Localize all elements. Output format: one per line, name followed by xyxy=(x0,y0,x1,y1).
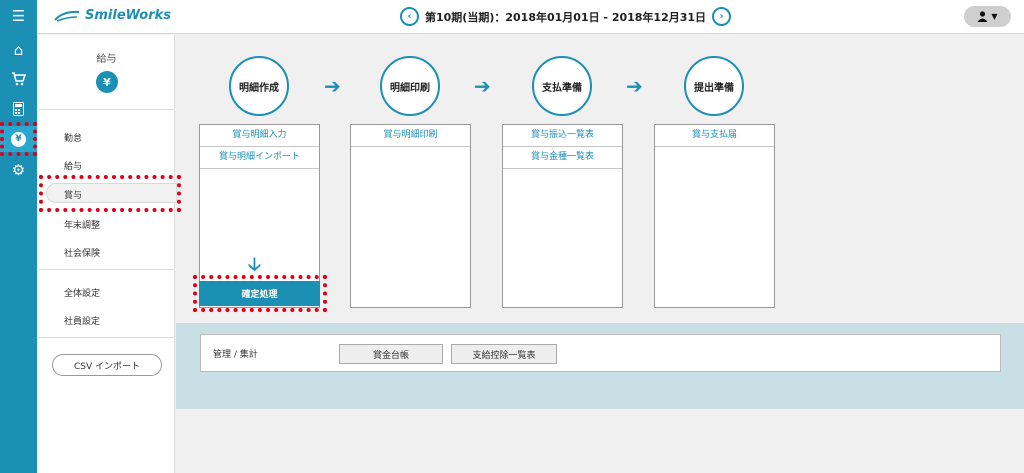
management-band: 管理 / 集計 賞金台帳 支給控除一覧表 xyxy=(176,323,1024,409)
step-submission-prep: 提出準備 xyxy=(684,56,744,116)
caret-down-icon: ▼ xyxy=(991,12,998,21)
link-bonus-statement-import[interactable]: 賞与明細インポート xyxy=(200,147,319,169)
home-icon[interactable]: ⌂ xyxy=(0,37,37,63)
calculator-icon[interactable] xyxy=(0,96,37,122)
deduction-list-button[interactable]: 支給控除一覧表 xyxy=(451,344,557,364)
highlight-sidebar-bonus xyxy=(39,175,181,212)
chevron-left-icon[interactable]: ‹ xyxy=(400,7,419,26)
sidebar-item-social-insurance[interactable]: 社会保険 xyxy=(64,246,100,259)
secondary-sidebar: 給与 ¥ 勤怠 給与 賞与 年末調整 社会保険 全体設定 社員設定 CSV イン… xyxy=(38,35,177,473)
sidebar-item-salary[interactable]: 給与 xyxy=(64,159,82,172)
gear-icon[interactable]: ⚙ xyxy=(0,157,37,183)
logo-swoosh-icon xyxy=(54,10,80,22)
divider xyxy=(38,337,175,338)
step-box-payment: 賞与振込一覧表 賞与金種一覧表 xyxy=(502,124,623,308)
highlight-rail-payroll xyxy=(0,122,37,156)
logo-text: SmileWorks xyxy=(85,8,171,23)
step-statement-print: 明細印刷 xyxy=(380,56,440,116)
chevron-right-icon[interactable]: › xyxy=(712,7,732,26)
step-box-print: 賞与明細印刷 xyxy=(350,124,471,308)
link-bonus-statement-print[interactable]: 賞与明細印刷 xyxy=(351,125,470,147)
link-bonus-transfer-list[interactable]: 賞与振込一覧表 xyxy=(503,125,622,147)
header: SmileWorks ‹ 第10期(当期)：2018年01月01日 - 2018… xyxy=(37,0,1024,34)
divider xyxy=(38,269,175,270)
yen-bag-icon: ¥ xyxy=(96,71,118,93)
sidebar-item-employee-settings[interactable]: 社員設定 xyxy=(64,314,100,327)
user-menu-button[interactable]: ▼ xyxy=(964,6,1011,27)
sidebar-item-general-settings[interactable]: 全体設定 xyxy=(64,286,100,299)
sidebar-item-attendance[interactable]: 勤怠 xyxy=(64,131,82,144)
arrow-right-icon: ➔ xyxy=(626,74,643,98)
cart-icon[interactable] xyxy=(0,66,37,92)
management-label: 管理 / 集計 xyxy=(213,350,258,360)
period-selector: ‹ 第10期(当期)：2018年01月01日 - 2018年12月31日 › xyxy=(400,7,732,26)
link-bonus-denomination-list[interactable]: 賞与金種一覧表 xyxy=(503,147,622,169)
arrow-right-icon: ➔ xyxy=(474,74,491,98)
bonus-ledger-button[interactable]: 賞金台帳 xyxy=(339,344,443,364)
highlight-confirm-button xyxy=(193,275,327,312)
sidebar-item-year-end[interactable]: 年末調整 xyxy=(64,218,100,231)
arrow-right-icon: ➔ xyxy=(324,74,341,98)
sidebar-title: 給与 xyxy=(96,54,117,65)
app-logo[interactable]: SmileWorks xyxy=(53,8,171,23)
management-panel: 管理 / 集計 賞金台帳 支給控除一覧表 xyxy=(200,334,1001,372)
left-rail: ☰ ⌂ ¥ ⚙ xyxy=(0,0,37,473)
period-label: 第10期(当期)：2018年01月01日 - 2018年12月31日 xyxy=(425,10,707,24)
user-icon xyxy=(977,11,988,22)
step-box-submission: 賞与支払届 xyxy=(654,124,775,308)
link-bonus-payment-report[interactable]: 賞与支払届 xyxy=(655,125,774,147)
menu-icon[interactable]: ☰ xyxy=(0,3,37,29)
link-bonus-statement-input[interactable]: 賞与明細入力 xyxy=(200,125,319,147)
step-payment-prep: 支払準備 xyxy=(532,56,592,116)
step-statement-creation: 明細作成 xyxy=(229,56,289,116)
divider xyxy=(38,109,175,110)
csv-import-button[interactable]: CSV インポート xyxy=(52,354,162,376)
